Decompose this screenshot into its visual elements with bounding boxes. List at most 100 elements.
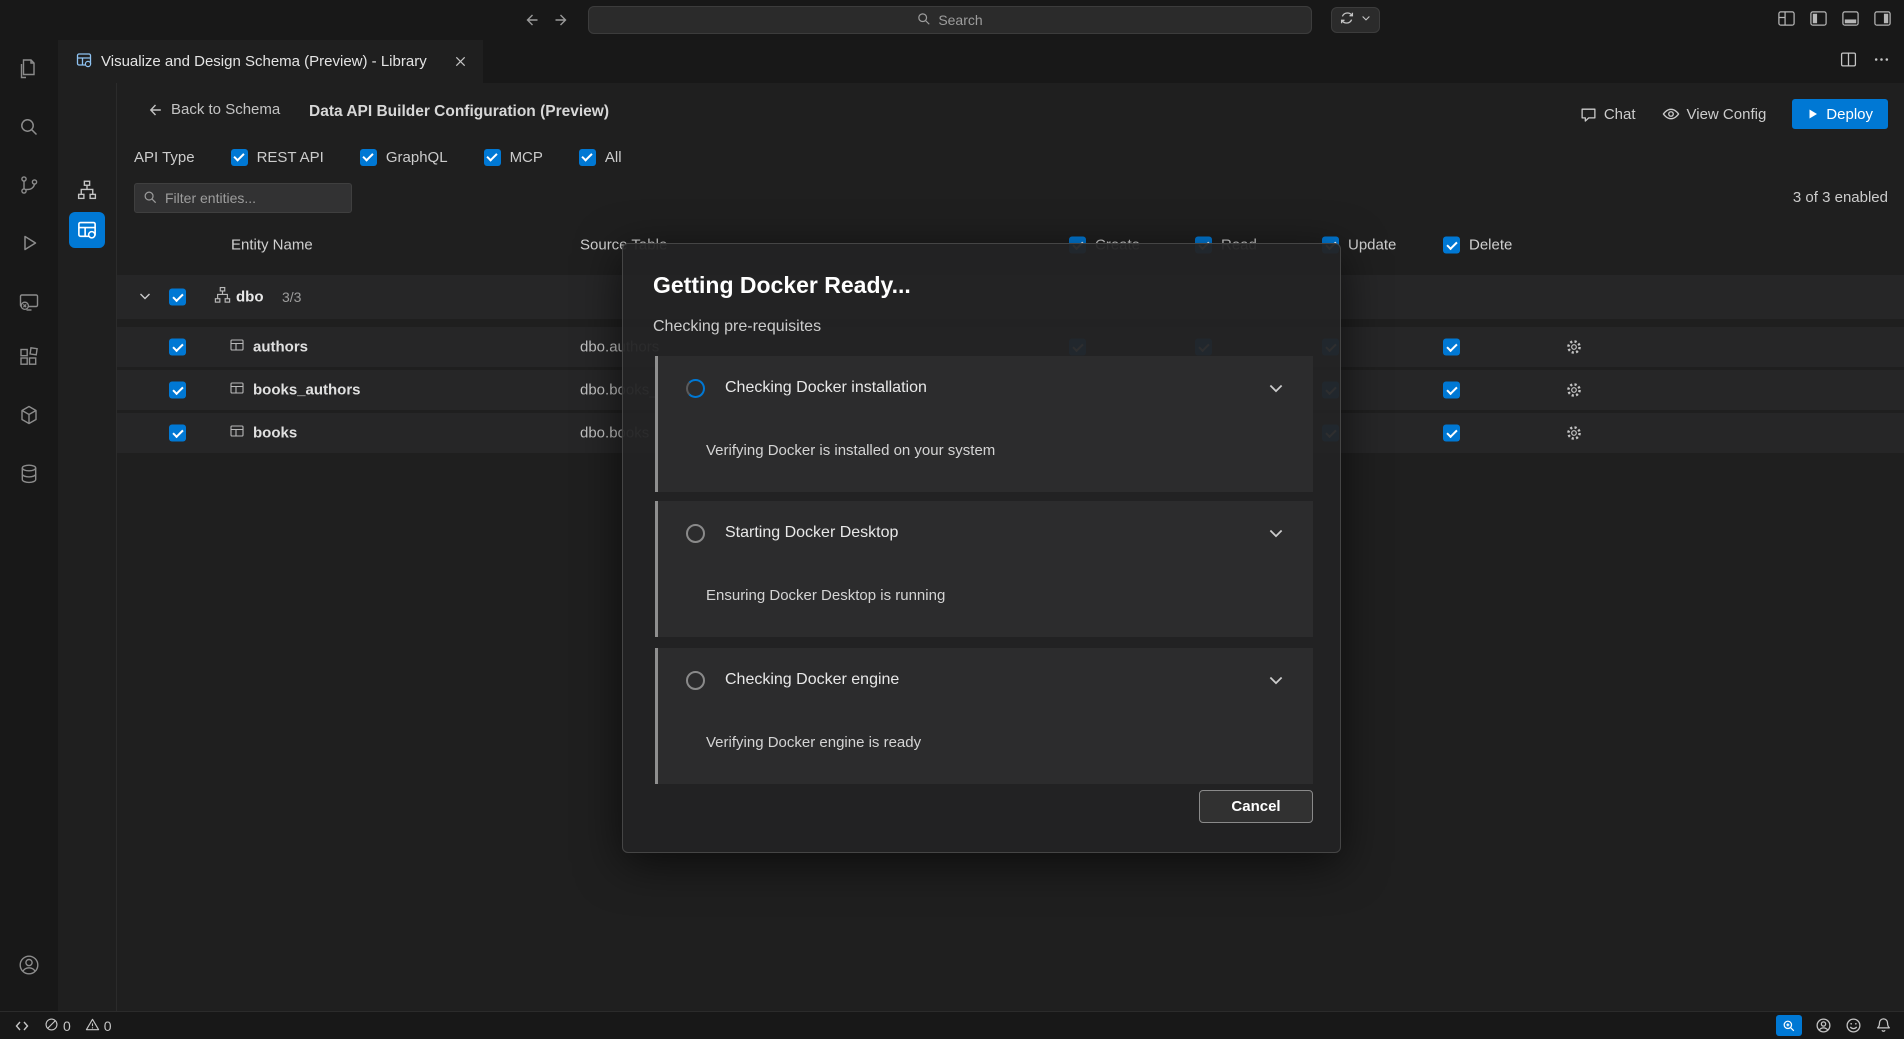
database-icon[interactable] (17, 462, 41, 486)
docker-step-engine[interactable]: Checking Docker engine Verifying Docker … (655, 648, 1313, 784)
chat-button[interactable]: Chat (1580, 106, 1636, 123)
data-api-builder-icon[interactable] (69, 212, 105, 248)
chevron-down-icon (1360, 11, 1372, 29)
pending-circle-icon (686, 524, 705, 543)
row-settings-icon[interactable] (1565, 381, 1583, 399)
cancel-button[interactable]: Cancel (1199, 790, 1313, 823)
history-back-icon[interactable] (520, 9, 542, 31)
graphql-checkbox[interactable] (360, 149, 377, 166)
back-to-schema-button[interactable]: Back to Schema (147, 101, 280, 118)
zoom-indicator-icon[interactable] (1776, 1015, 1802, 1036)
filter-entities-input[interactable] (134, 183, 352, 213)
run-debug-icon[interactable] (17, 231, 41, 255)
enabled-summary: 3 of 3 enabled (1793, 189, 1888, 206)
view-config-label: View Config (1687, 106, 1767, 123)
split-editor-icon[interactable] (1840, 51, 1857, 73)
table-icon (229, 337, 245, 357)
row-select-checkbox[interactable] (169, 339, 186, 356)
designer-tool-strip (58, 83, 117, 1011)
search-icon (917, 12, 931, 29)
all-option[interactable]: All (579, 149, 622, 166)
docker-step-installation[interactable]: Checking Docker installation Verifying D… (655, 356, 1313, 492)
toggle-sidebar-icon[interactable] (1809, 9, 1828, 28)
col-delete: Delete (1469, 237, 1512, 254)
remote-indicator-icon[interactable] (10, 1018, 34, 1034)
step-description: Verifying Docker is installed on your sy… (706, 442, 995, 459)
entity-name: books_authors (253, 382, 361, 399)
titlebar: Search (0, 0, 1904, 40)
accounts-icon[interactable] (1815, 1017, 1832, 1034)
chevron-down-icon[interactable] (1265, 377, 1287, 399)
graphql-label: GraphQL (386, 149, 448, 166)
table-icon (229, 380, 245, 400)
tab-title: Visualize and Design Schema (Preview) - … (101, 53, 427, 70)
toggle-panel-icon[interactable] (1841, 9, 1860, 28)
schema-designer-icon (76, 52, 92, 72)
layout-sync-dropdown[interactable] (1331, 7, 1380, 33)
error-count: 0 (63, 1018, 71, 1034)
notifications-bell-icon[interactable] (1875, 1017, 1892, 1034)
history-forward-icon[interactable] (551, 9, 573, 31)
tab-schema-designer[interactable]: Visualize and Design Schema (Preview) - … (58, 40, 483, 83)
mcp-option[interactable]: MCP (484, 149, 543, 166)
view-config-button[interactable]: View Config (1662, 105, 1767, 123)
chevron-down-icon[interactable] (1265, 669, 1287, 691)
dialog-subtitle: Checking pre-requisites (653, 318, 821, 336)
graphql-option[interactable]: GraphQL (360, 149, 448, 166)
tab-bar: Visualize and Design Schema (Preview) - … (58, 40, 1904, 83)
feedback-smiley-icon[interactable] (1845, 1017, 1862, 1034)
group-name: dbo (236, 289, 264, 306)
tab-close-icon[interactable] (449, 51, 471, 73)
chevron-down-icon[interactable] (1265, 522, 1287, 544)
toggle-secondary-sidebar-icon[interactable] (1873, 9, 1892, 28)
entity-name: authors (253, 339, 308, 356)
api-type-filter-row: API Type REST API GraphQL MCP All (134, 141, 622, 173)
more-actions-icon[interactable] (1873, 51, 1890, 73)
search-placeholder: Search (938, 12, 982, 28)
rest-api-option[interactable]: REST API (231, 149, 324, 166)
step-description: Ensuring Docker Desktop is running (706, 587, 945, 604)
schema-visualizer-icon[interactable] (76, 179, 98, 201)
explorer-icon[interactable] (17, 57, 41, 81)
row-select-checkbox[interactable] (169, 425, 186, 442)
group-select-checkbox[interactable] (169, 289, 186, 306)
row-settings-icon[interactable] (1565, 338, 1583, 356)
all-checkbox[interactable] (579, 149, 596, 166)
errors-indicator[interactable]: 0 (40, 1017, 75, 1035)
warnings-indicator[interactable]: 0 (81, 1017, 116, 1035)
command-center-search[interactable]: Search (588, 6, 1312, 34)
delete-all-checkbox[interactable] (1443, 237, 1460, 254)
col-update: Update (1348, 237, 1396, 254)
deploy-button[interactable]: Deploy (1792, 99, 1888, 129)
row-select-checkbox[interactable] (169, 382, 186, 399)
sync-branch-icon (1339, 10, 1355, 31)
containers-icon[interactable] (17, 403, 41, 427)
schema-icon (214, 287, 231, 308)
extensions-icon[interactable] (17, 345, 41, 369)
docker-step-desktop[interactable]: Starting Docker Desktop Ensuring Docker … (655, 501, 1313, 637)
chevron-down-icon[interactable] (137, 288, 155, 306)
step-title: Starting Docker Desktop (725, 524, 898, 542)
activity-bar (0, 40, 58, 1011)
warning-icon (85, 1017, 100, 1035)
delete-checkbox[interactable] (1443, 339, 1460, 356)
page-title: Data API Builder Configuration (Preview) (309, 103, 609, 121)
account-icon[interactable] (17, 953, 41, 977)
sql-connections-icon[interactable] (17, 290, 41, 314)
rest-api-checkbox[interactable] (231, 149, 248, 166)
delete-checkbox[interactable] (1443, 382, 1460, 399)
status-bar: 0 0 (0, 1011, 1904, 1039)
delete-checkbox[interactable] (1443, 425, 1460, 442)
rest-api-label: REST API (257, 149, 324, 166)
group-count: 3/3 (282, 289, 301, 305)
chat-label: Chat (1604, 106, 1636, 123)
search-icon[interactable] (17, 115, 41, 139)
table-icon (229, 423, 245, 443)
customize-layout-icon[interactable] (1777, 9, 1796, 28)
dialog-title: Getting Docker Ready... (653, 272, 911, 299)
all-label: All (605, 149, 622, 166)
row-settings-icon[interactable] (1565, 424, 1583, 442)
deploy-label: Deploy (1826, 106, 1873, 123)
source-control-icon[interactable] (17, 173, 41, 197)
mcp-checkbox[interactable] (484, 149, 501, 166)
